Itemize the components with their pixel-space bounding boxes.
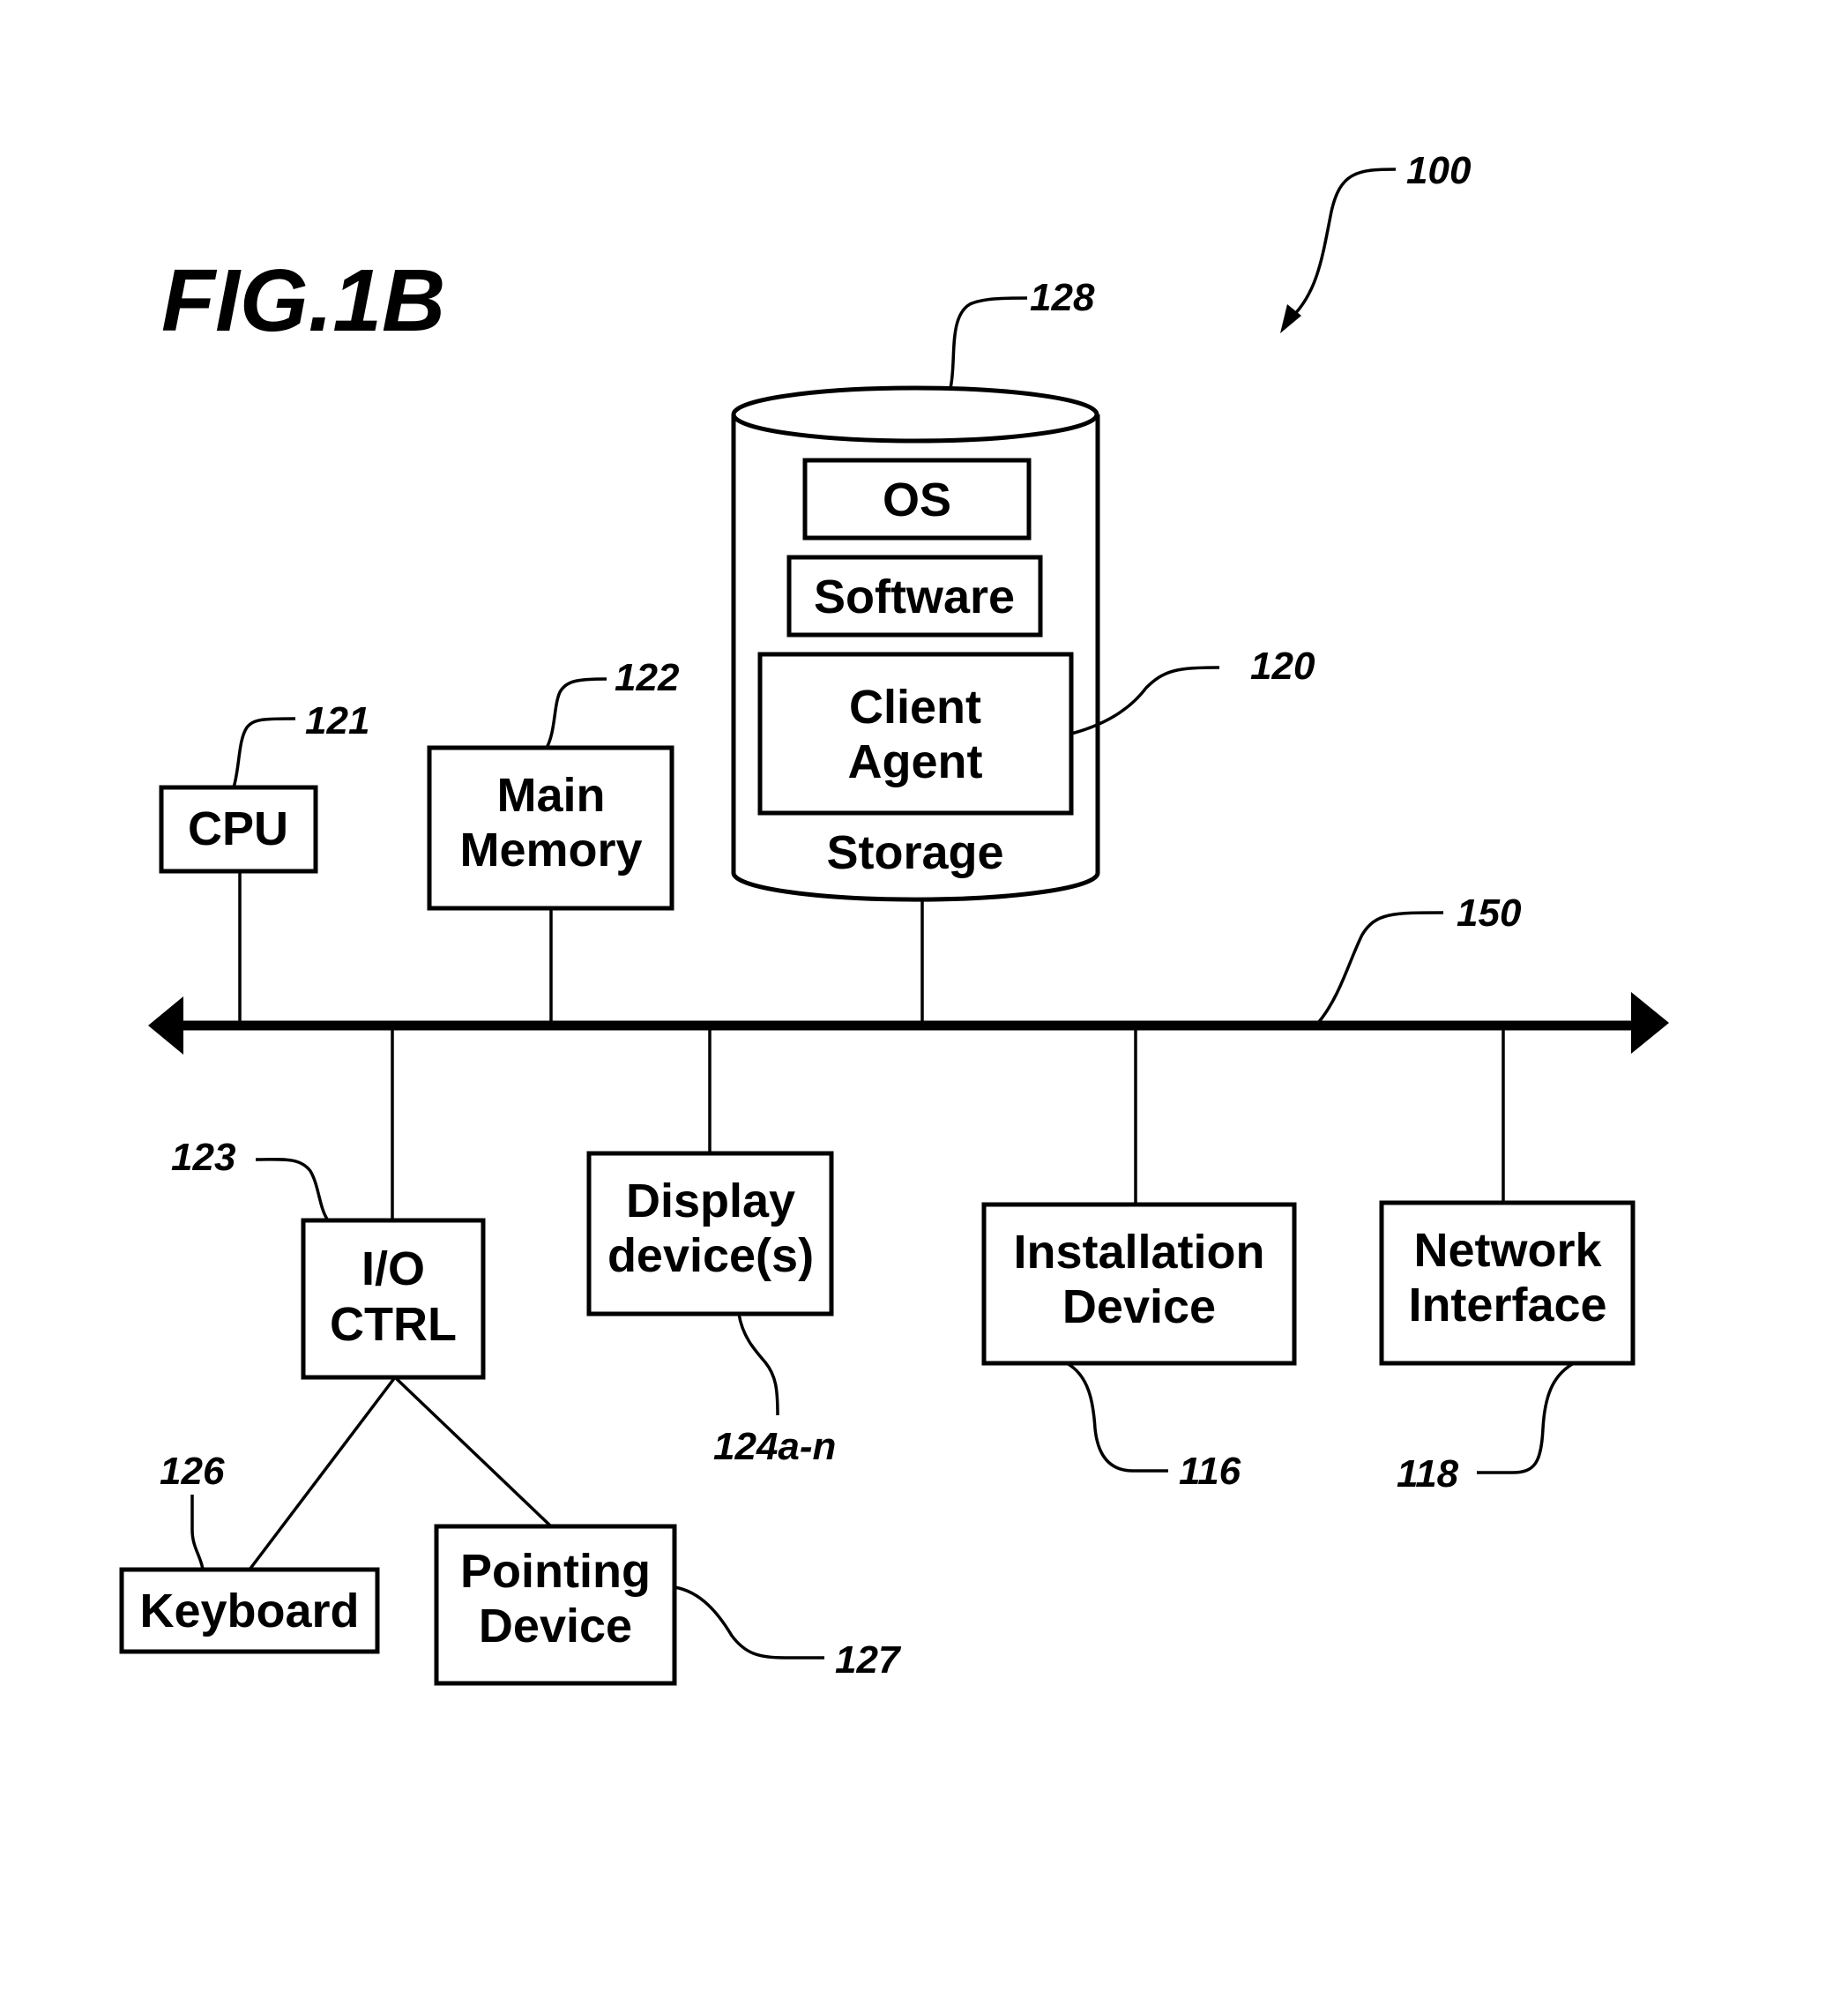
figure-title: FIG.1B (161, 251, 445, 350)
installation-device-label-line2: Device (1062, 1280, 1216, 1333)
network-interface-label-line2: Interface (1408, 1279, 1606, 1331)
pointing-device-ref-leader (674, 1585, 824, 1660)
software-label: Software (814, 571, 1015, 623)
io-pointing-connector (393, 1376, 553, 1528)
display-devices-label-line2: device(s) (607, 1229, 814, 1282)
display-devices-ref-label: 124a-n (713, 1425, 836, 1468)
storage-label: Storage (826, 826, 1003, 879)
client-agent-label-line2: Agent (848, 735, 983, 788)
pointing-device-ref-label: 127 (835, 1638, 902, 1682)
system-bus (148, 992, 1669, 1055)
io-ctrl-label-line1: I/O (361, 1242, 425, 1295)
installation-device-label-line1: Installation (1013, 1226, 1264, 1279)
cpu-ref-label: 121 (305, 699, 369, 742)
display-devices-label-line1: Display (626, 1175, 795, 1227)
io-ctrl-ref-leader (255, 1158, 330, 1222)
client-agent-box (757, 652, 1074, 816)
bus-ref-leader (1316, 911, 1444, 1025)
display-devices-ref-leader (737, 1313, 779, 1416)
network-interface-ref-label: 118 (1397, 1452, 1459, 1496)
keyboard-ref-leader (190, 1495, 205, 1570)
cpu-ref-leader (232, 717, 296, 788)
network-interface-ref-leader (1477, 1361, 1575, 1474)
client-agent-ref-label: 120 (1250, 645, 1315, 688)
main-memory-label-line1: Main (496, 769, 605, 822)
diagram-canvas: FIG.1B 100 128 OS Software Client Agent … (119, 149, 1669, 1686)
main-memory-ref-leader (545, 677, 607, 749)
installation-device-ref-leader (1066, 1361, 1168, 1473)
io-ctrl-ref-label: 123 (171, 1136, 235, 1179)
installation-device-ref-label: 116 (1179, 1450, 1241, 1493)
storage-ref-leader (949, 296, 1028, 389)
io-ctrl-label-line2: CTRL (330, 1298, 457, 1351)
pointing-device-label-line2: Device (479, 1600, 632, 1652)
keyboard-ref-label: 126 (160, 1450, 225, 1493)
main-memory-label-line2: Memory (459, 824, 642, 876)
os-label: OS (883, 474, 951, 526)
cpu-label: CPU (188, 802, 288, 855)
storage-ref-label: 128 (1030, 276, 1095, 319)
keyboard-label: Keyboard (139, 1585, 359, 1637)
io-keyboard-connector (248, 1376, 397, 1571)
network-interface-label-line1: Network (1413, 1224, 1602, 1277)
system-ref-arrow (1280, 168, 1397, 333)
client-agent-label-line1: Client (849, 681, 981, 734)
bus-ref-label: 150 (1457, 891, 1522, 935)
bus-left-arrow-icon (148, 996, 183, 1055)
bus-right-arrow-icon (1631, 992, 1669, 1054)
main-memory-ref-label: 122 (615, 656, 680, 699)
pointing-device-label-line1: Pointing (460, 1545, 651, 1598)
system-ref-label: 100 (1406, 149, 1472, 192)
